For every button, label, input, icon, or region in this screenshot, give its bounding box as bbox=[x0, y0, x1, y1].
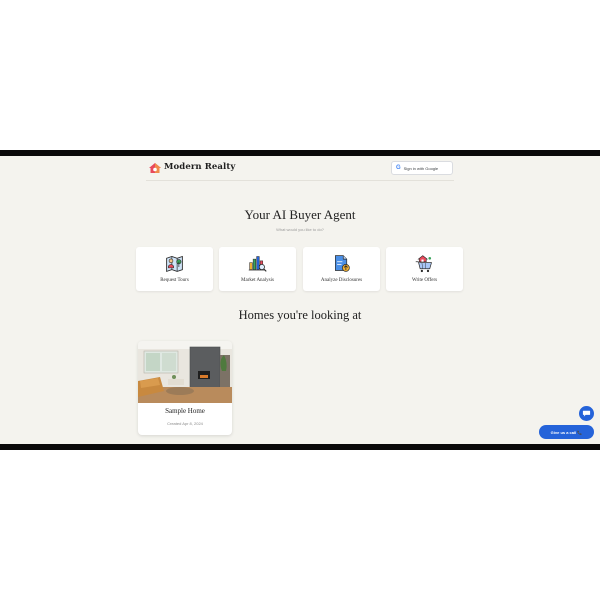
header: Modern Realty G Sign in with Google bbox=[146, 156, 454, 181]
bottom-frame-bar bbox=[0, 444, 600, 450]
request-tours-card[interactable]: Request Tours bbox=[136, 247, 213, 291]
analyze-disclosures-label: Analyze Disclosures bbox=[320, 278, 363, 283]
page-title: Your AI Buyer Agent bbox=[244, 207, 356, 222]
homes-section-title: Homes you're looking at bbox=[238, 308, 362, 322]
google-icon: G bbox=[396, 165, 401, 171]
bar-chart-magnifier-icon bbox=[248, 256, 267, 272]
home-name: Sample Home bbox=[165, 407, 205, 415]
home-created-date: Created Apr 8, 2024 bbox=[167, 421, 203, 426]
market-analysis-card[interactable]: Market Analysis bbox=[219, 247, 296, 291]
app-viewport: Modern Realty G Sign in with Google Your… bbox=[0, 156, 600, 444]
page-subtitle: What would you like to do? bbox=[276, 227, 324, 232]
chat-widget-button[interactable] bbox=[579, 406, 594, 421]
brand-name[interactable]: Modern Realty bbox=[164, 162, 235, 172]
google-sign-in-button[interactable]: G Sign in with Google bbox=[391, 161, 453, 175]
chat-bubble-icon bbox=[582, 410, 591, 417]
logo-icon bbox=[149, 163, 161, 173]
call-us-button[interactable]: Give us a call 📞 bbox=[539, 425, 594, 439]
home-card[interactable]: Sample Home Created Apr 8, 2024 bbox=[138, 341, 232, 435]
document-upload-icon bbox=[335, 255, 350, 272]
write-offers-label: Write Offers bbox=[411, 278, 438, 283]
living-room-photo bbox=[138, 341, 232, 403]
request-tours-label: Request Tours bbox=[160, 278, 189, 283]
write-offers-card[interactable]: Write Offers bbox=[386, 247, 463, 291]
market-analysis-label: Market Analysis bbox=[241, 278, 274, 283]
shopping-cart-house-icon bbox=[415, 255, 432, 273]
analyze-disclosures-card[interactable]: Analyze Disclosures bbox=[303, 247, 380, 291]
google-sign-in-label: Sign in with Google bbox=[403, 165, 439, 171]
map-tour-icon bbox=[166, 255, 183, 272]
